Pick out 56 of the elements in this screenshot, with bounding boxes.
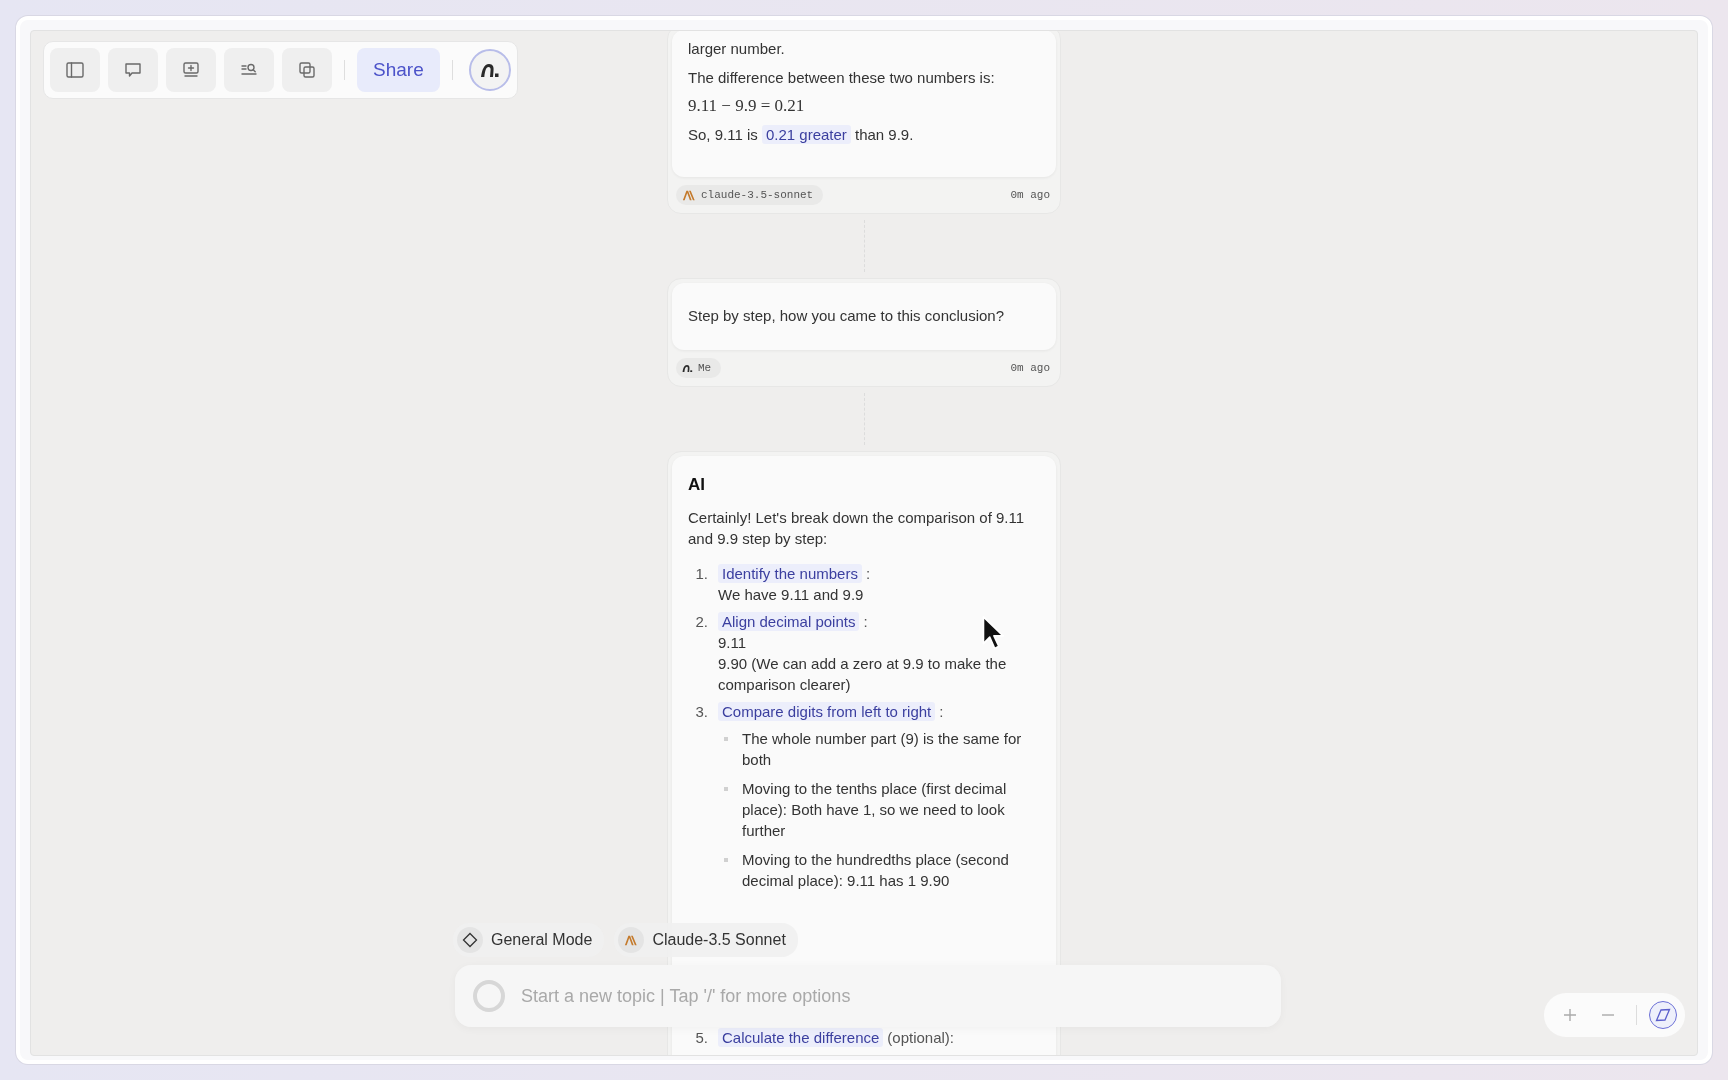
- step-link[interactable]: Compare digits from left to right: [718, 702, 936, 721]
- copy-button[interactable]: [282, 48, 332, 92]
- message-text: The difference between these two numbers is:: [688, 68, 996, 88]
- step-suffix: :: [863, 613, 868, 630]
- user-avatar-button[interactable]: [468, 49, 511, 91]
- message-text: So, 9.11 is 0.21 greater than 9.9.: [688, 124, 915, 145]
- message-text: Certainly! Let's break down the comparison of 9.11 and 9.9 step by step:: [688, 508, 1026, 549]
- bullet-icon: [724, 858, 728, 862]
- prompt-field[interactable]: Start a new topic | Tap '/' for more options: [455, 965, 1281, 1027]
- bullet-icon: [724, 737, 728, 741]
- status-ring-icon: [473, 980, 505, 1012]
- model-logo-icon: [682, 189, 696, 201]
- step-suffix: (optional):: [887, 1029, 955, 1046]
- bullet-text: Moving to the hundredths place (second decimal place): 9.11 has 1 9.90: [742, 850, 1010, 891]
- sidebar-button[interactable]: [50, 48, 100, 92]
- step-number: 1.: [694, 564, 708, 584]
- step-number: 2.: [694, 612, 708, 632]
- model-logo-icon: [624, 934, 639, 946]
- logo-icon: [479, 62, 500, 78]
- plus-icon: [1563, 1008, 1577, 1022]
- author-chip[interactable]: Me: [676, 358, 722, 378]
- share-button[interactable]: Share: [357, 48, 440, 92]
- highlight-link[interactable]: 0.21 greater: [761, 125, 851, 144]
- step-number: 3.: [694, 702, 708, 722]
- step-text: 9.11: [718, 633, 747, 653]
- diamond-icon: [462, 932, 478, 948]
- prompt-input[interactable]: Start a new topic | Tap '/' for more options: [519, 975, 1263, 1017]
- step-text: 9.90 (We can add a zero at 9.9 to make the comparison clearer): [718, 654, 1008, 695]
- step-link[interactable]: Align decimal points: [718, 612, 860, 631]
- math-formula: 9.11 − 9.9 = 0.21: [688, 96, 806, 116]
- copy-icon: [297, 60, 317, 80]
- bullet-text: Moving to the tenths place (first decimal place): Both have 1, so we need to look further: [742, 779, 1008, 841]
- add-card-button[interactable]: [166, 48, 216, 92]
- step-link[interactable]: Identify the numbers: [718, 564, 862, 583]
- user-logo-icon: [682, 363, 693, 373]
- step-suffix: :: [939, 703, 944, 720]
- step-link[interactable]: Calculate the difference: [718, 1028, 884, 1047]
- add-card-icon: [181, 60, 201, 80]
- step-number: 5.: [694, 1028, 708, 1048]
- message-text: Step by step, how you came to this conclusion?: [688, 306, 1005, 326]
- message-heading: AI: [688, 474, 706, 495]
- bullet-text: The whole number part (9) is the same for both: [742, 729, 1023, 770]
- compass-icon: [1655, 1008, 1671, 1022]
- minus-icon: [1601, 1014, 1615, 1016]
- author-chip[interactable]: claude-3.5-sonnet: [676, 185, 824, 205]
- comment-button[interactable]: [108, 48, 158, 92]
- comment-icon: [123, 60, 143, 80]
- bullet-icon: [724, 787, 728, 791]
- step-suffix: :: [865, 565, 871, 582]
- timestamp: 0m ago: [1010, 362, 1050, 374]
- search-list-button[interactable]: [224, 48, 274, 92]
- step-text: We have 9.11 and 9.9: [718, 585, 864, 605]
- sidebar-icon: [65, 60, 85, 80]
- message-text: larger number.: [688, 39, 786, 59]
- timestamp: 0m ago: [1010, 189, 1050, 201]
- compass-button[interactable]: [1649, 1001, 1677, 1029]
